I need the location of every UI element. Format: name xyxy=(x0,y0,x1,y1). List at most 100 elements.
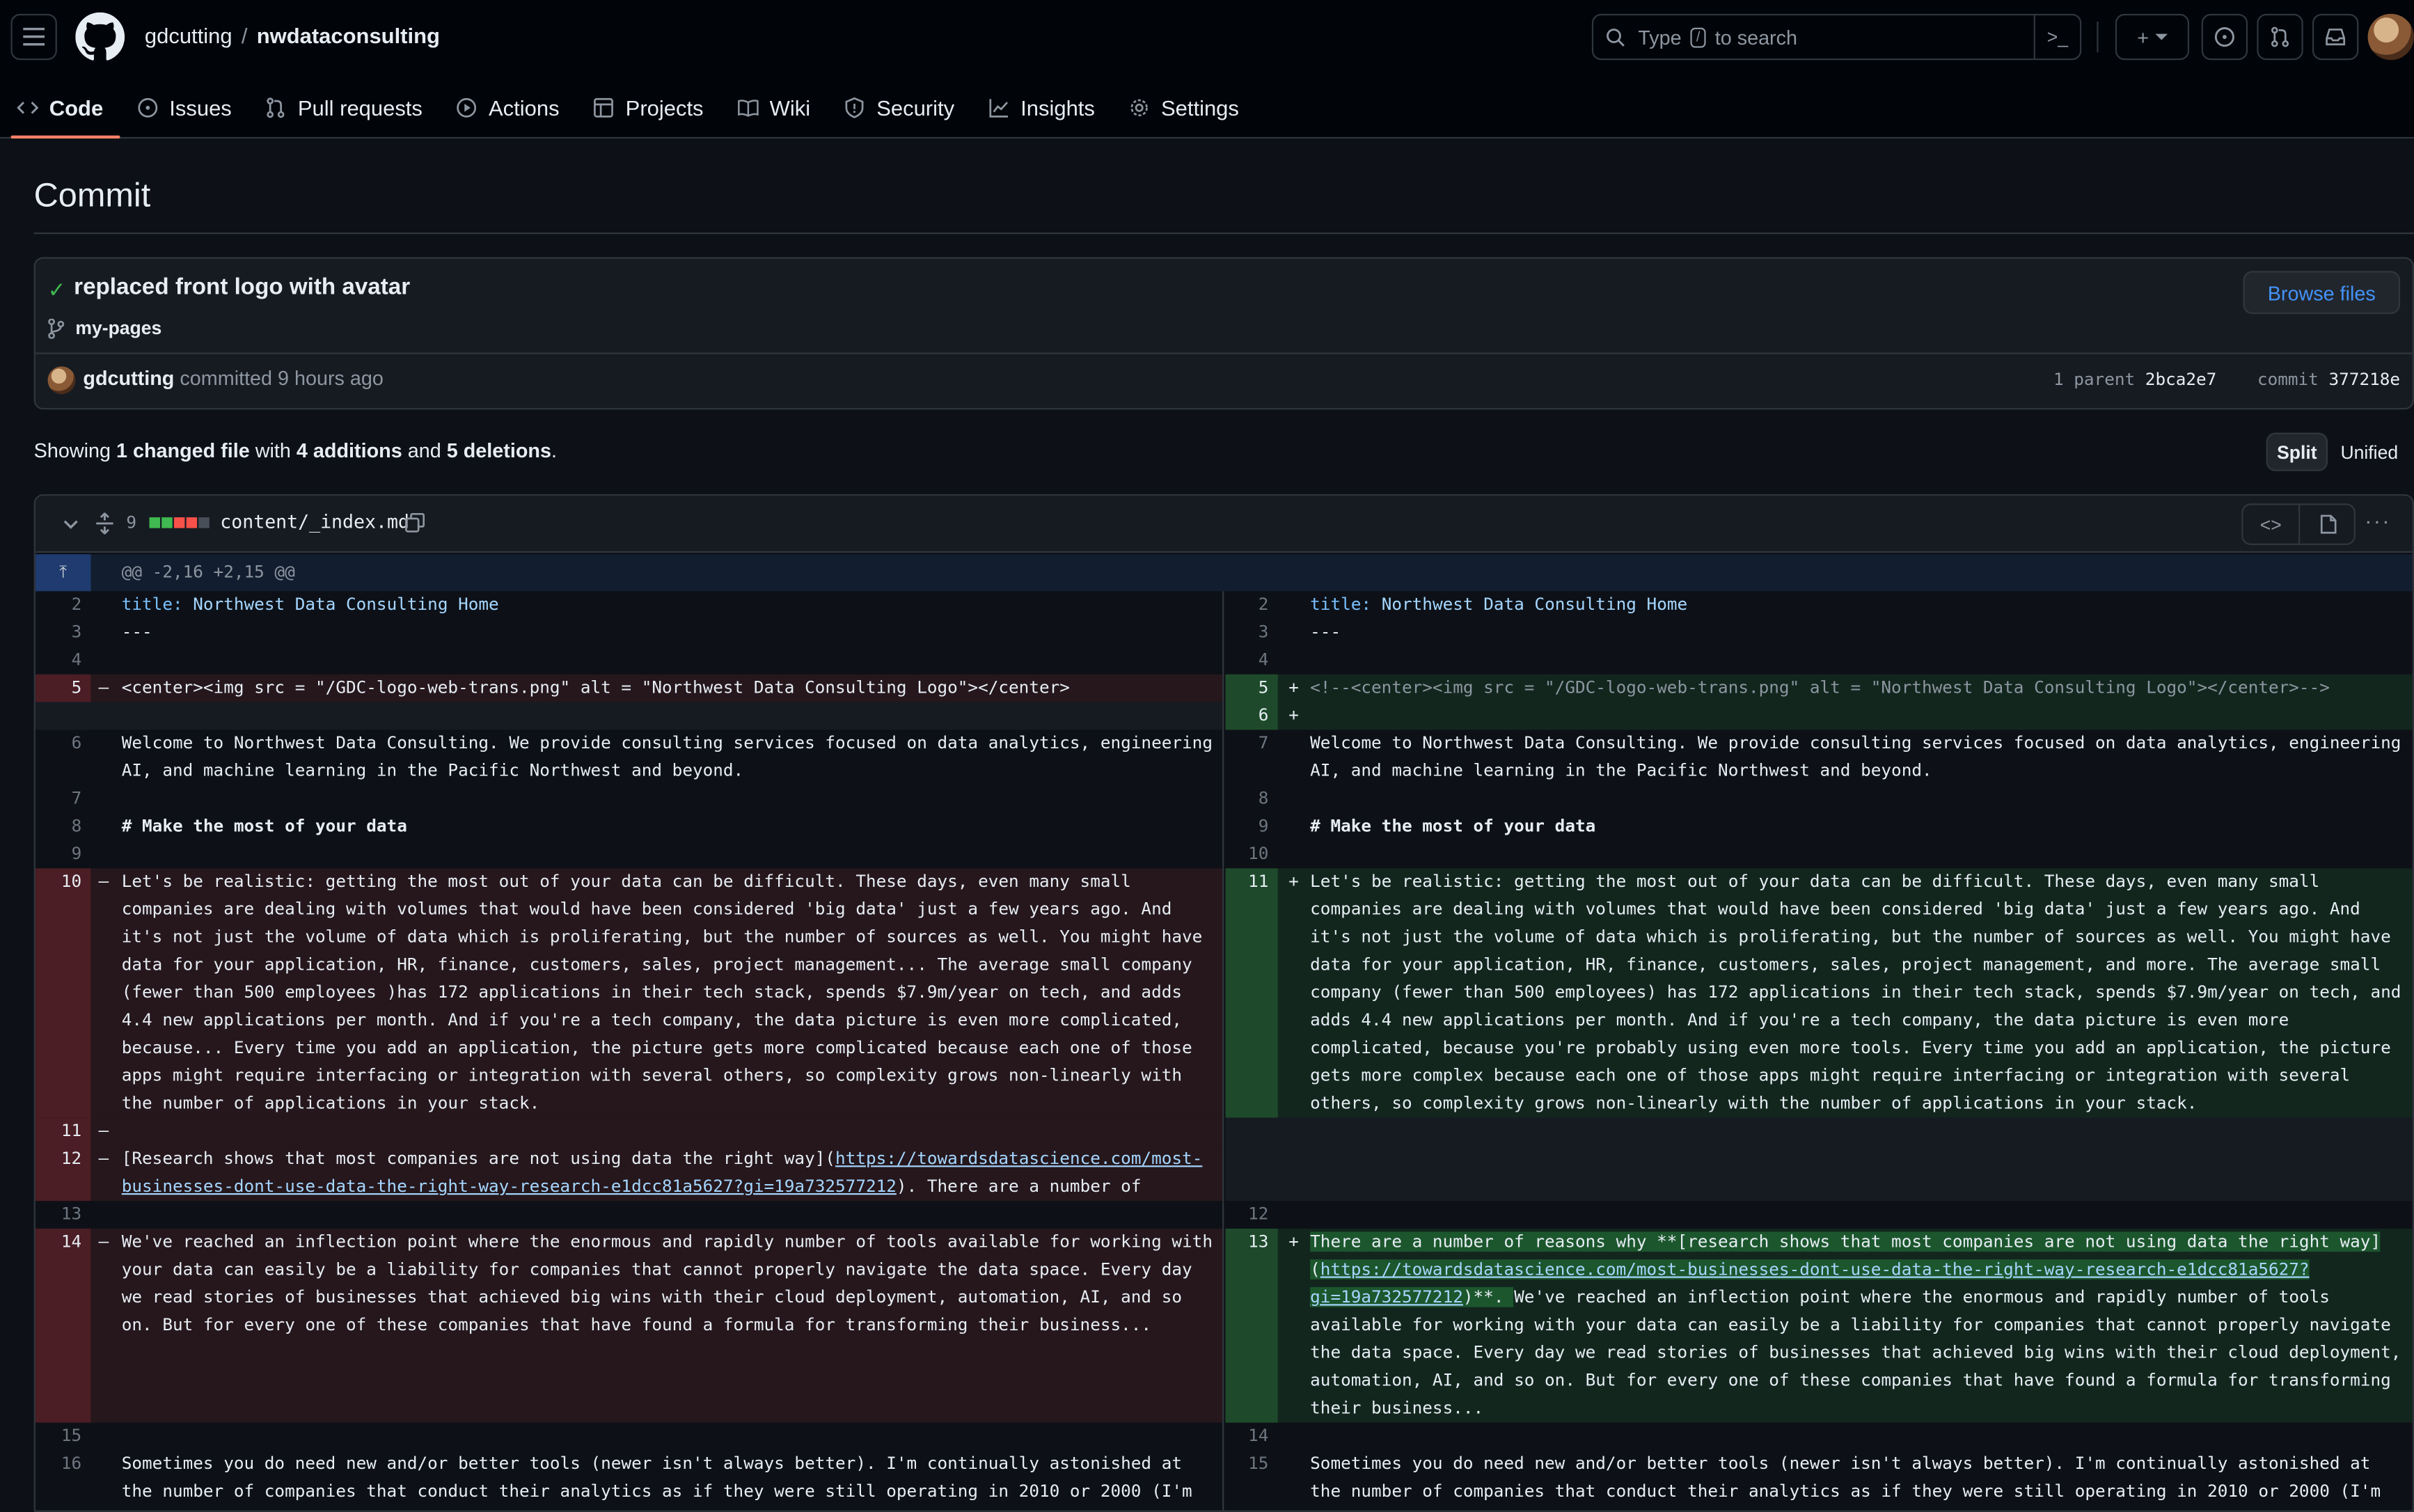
yaml-value: Northwest Data Consulting Home xyxy=(1371,594,1688,615)
line-number[interactable]: 6 xyxy=(1225,702,1278,730)
line-number[interactable]: 7 xyxy=(36,785,91,813)
line-number[interactable]: 16 xyxy=(36,1450,91,1510)
github-logo-icon[interactable] xyxy=(75,12,125,62)
browse-files-button[interactable]: Browse files xyxy=(2243,271,2401,315)
line-number[interactable]: 14 xyxy=(1226,1423,1278,1451)
line-number[interactable]: 8 xyxy=(1226,785,1278,813)
tab-issues[interactable]: Issues xyxy=(120,80,249,136)
tab-actions[interactable]: Actions xyxy=(439,80,576,136)
pull-requests-button[interactable] xyxy=(2257,13,2303,61)
tab-security[interactable]: Security xyxy=(827,80,971,136)
chevron-down-icon[interactable] xyxy=(63,519,79,531)
create-new-button[interactable]: + xyxy=(2115,13,2190,61)
command-palette-icon[interactable]: >_ xyxy=(2033,15,2080,59)
split-view-button[interactable]: Split xyxy=(2266,432,2328,471)
tab-projects[interactable]: Projects xyxy=(576,80,720,136)
diff-marker: + xyxy=(1288,871,1299,892)
check-icon[interactable]: ✓ xyxy=(48,277,66,304)
line-number[interactable]: 3 xyxy=(36,619,91,647)
tab-label: Issues xyxy=(169,95,232,120)
copy-icon[interactable] xyxy=(405,512,425,533)
expand-up-icon[interactable]: ⤒ xyxy=(35,554,91,592)
tab-settings[interactable]: Settings xyxy=(1112,80,1256,136)
diff-line: 4 xyxy=(36,647,1222,675)
issues-button[interactable] xyxy=(2201,13,2248,61)
line-number[interactable]: 2 xyxy=(1226,591,1278,619)
line-number[interactable]: 15 xyxy=(1226,1450,1278,1510)
tab-label: Pull requests xyxy=(297,95,423,120)
branch-name[interactable]: my-pages xyxy=(75,317,161,339)
search-input[interactable]: Type / to search >_ xyxy=(1591,13,2082,61)
line-number[interactable]: 4 xyxy=(36,647,91,675)
line-number[interactable]: 12 xyxy=(35,1145,91,1202)
empty-gutter xyxy=(1225,1117,1278,1202)
line-number[interactable]: 11 xyxy=(35,1117,91,1146)
diffstat-del-block xyxy=(173,517,185,528)
diff-line: 9 # Make the most of your data xyxy=(1226,813,2413,841)
line-number[interactable]: 9 xyxy=(36,841,91,869)
diff-line-added: 13 + There are a number of reasons why *… xyxy=(1225,1228,2413,1423)
repo-link[interactable]: nwdataconsulting xyxy=(257,23,440,47)
file-name[interactable]: content/_index.md xyxy=(220,511,409,533)
line-number[interactable]: 5 xyxy=(1225,674,1278,702)
unified-view-button[interactable]: Unified xyxy=(2334,432,2405,471)
unfold-icon[interactable] xyxy=(95,512,114,535)
line-number[interactable]: 9 xyxy=(1226,813,1278,841)
line-number[interactable]: 5 xyxy=(35,674,91,702)
code-line: # Make the most of your data xyxy=(121,816,407,836)
tab-label: Settings xyxy=(1161,95,1239,120)
issue-icon xyxy=(138,97,158,118)
tab-wiki[interactable]: Wiki xyxy=(720,80,828,136)
code-text: )**. xyxy=(1462,1286,1515,1307)
diff-line: 7 Welcome to Northwest Data Consulting. … xyxy=(1226,730,2413,785)
line-number[interactable]: 8 xyxy=(36,813,91,841)
file-icon[interactable] xyxy=(2300,505,2357,543)
repo-nav-tabs: Code Issues Pull requests Actions Projec… xyxy=(0,80,1256,139)
code-line: Sometimes you do need new and/or better … xyxy=(1310,1453,2381,1511)
owner-link[interactable]: gdcutting xyxy=(145,23,232,47)
line-number[interactable]: 6 xyxy=(36,730,91,785)
line-number[interactable]: 13 xyxy=(36,1201,91,1229)
diff-marker: – xyxy=(98,1231,109,1252)
page-title: Commit xyxy=(33,175,151,214)
search-icon xyxy=(1607,27,1625,46)
diff-line: 4 xyxy=(1226,647,2413,675)
parent-sha-link[interactable]: 2bca2e7 xyxy=(2145,370,2217,390)
line-number[interactable]: 15 xyxy=(36,1423,91,1451)
author-link[interactable]: gdcutting xyxy=(83,366,174,389)
line-number[interactable]: 7 xyxy=(1226,730,1278,785)
line-number[interactable]: 12 xyxy=(1226,1201,1278,1229)
tab-label: Insights xyxy=(1020,95,1095,120)
diff-line: 7 xyxy=(36,785,1222,813)
tab-label: Security xyxy=(876,95,955,120)
yaml-value: Northwest Data Consulting Home xyxy=(182,594,499,615)
inbox-button[interactable] xyxy=(2312,13,2359,61)
issue-opened-icon xyxy=(2214,27,2234,47)
changed-files-count[interactable]: 1 changed file xyxy=(116,439,250,462)
line-number[interactable]: 4 xyxy=(1226,647,1278,675)
tab-label: Projects xyxy=(625,95,704,120)
line-number[interactable]: 3 xyxy=(1226,619,1278,647)
diffstat-bars xyxy=(149,517,210,528)
tab-insights[interactable]: Insights xyxy=(971,80,1112,136)
line-number[interactable]: 10 xyxy=(1226,841,1278,869)
diff-marker: – xyxy=(98,677,109,698)
menu-button[interactable] xyxy=(10,13,57,61)
diff-line-deleted: 14 – We've reached an inflection point w… xyxy=(35,1228,1223,1423)
line-number[interactable]: 11 xyxy=(1225,868,1278,1118)
empty-gutter xyxy=(35,702,91,730)
line-number[interactable]: 10 xyxy=(35,868,91,1118)
author-avatar[interactable] xyxy=(47,366,76,395)
kebab-menu-icon[interactable]: ··· xyxy=(2365,508,2391,533)
tab-code[interactable]: Code xyxy=(0,80,120,139)
line-number[interactable]: 13 xyxy=(1225,1228,1278,1423)
commit-sha: 377218e xyxy=(2328,369,2401,390)
summary-text: Showing xyxy=(33,439,111,462)
line-number[interactable]: 14 xyxy=(35,1228,91,1423)
file-diff: 9 content/_index.md <> ··· ⤒ @@ -2,16 +2… xyxy=(33,494,2414,1512)
tab-pull-requests[interactable]: Pull requests xyxy=(248,80,439,136)
code-view-icon[interactable]: <> xyxy=(2243,505,2301,544)
user-avatar[interactable] xyxy=(2367,13,2414,61)
line-number[interactable]: 2 xyxy=(36,591,91,619)
git-branch-icon xyxy=(48,318,65,339)
